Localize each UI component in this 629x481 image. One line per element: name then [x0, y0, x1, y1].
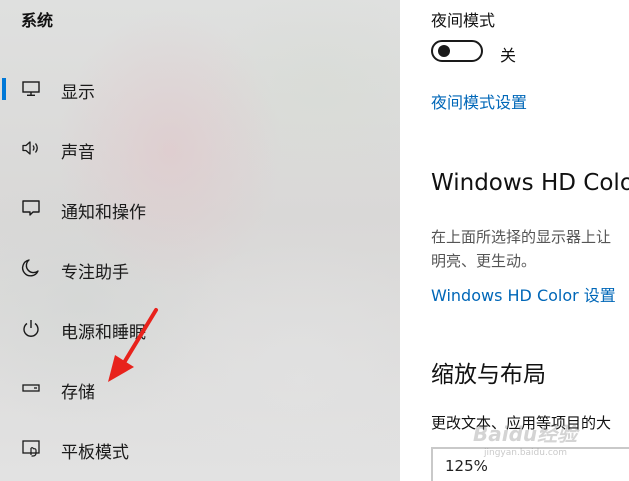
- night-light-toggle[interactable]: [431, 40, 483, 62]
- sidebar-item-label: 专注助手: [61, 263, 129, 283]
- sidebar: 系统 显示 声音 通知和操作 专注助手 电源和睡眠 存储 平板模式: [0, 0, 400, 481]
- hdr-settings-link[interactable]: Windows HD Color 设置: [431, 282, 616, 306]
- sidebar-item-label: 显示: [61, 83, 95, 103]
- monitor-icon: [20, 77, 42, 99]
- baidu-watermark-url: jingyan.baidu.com: [484, 448, 568, 458]
- scale-dropdown-value: 125%: [445, 457, 488, 475]
- power-icon: [20, 317, 42, 339]
- night-light-heading: 夜间模式: [431, 11, 496, 30]
- hdr-heading: Windows HD Colo: [431, 170, 629, 196]
- notification-icon: [20, 197, 42, 219]
- storage-drive-icon: [20, 377, 42, 399]
- sidebar-item-label: 平板模式: [61, 443, 129, 463]
- sidebar-title: 系统: [21, 11, 54, 30]
- night-light-settings-link[interactable]: 夜间模式设置: [431, 89, 527, 113]
- sidebar-item-label: 通知和操作: [61, 203, 146, 223]
- speaker-icon: [20, 137, 42, 159]
- main-pane: 夜间模式 关 夜间模式设置 Windows HD Colo 在上面所选择的显示器…: [400, 0, 629, 481]
- scale-layout-heading: 缩放与布局: [431, 362, 546, 388]
- sidebar-item-display[interactable]: 显示: [0, 69, 400, 109]
- moon-icon: [20, 257, 42, 279]
- sidebar-item-focus-assist[interactable]: 专注助手: [0, 249, 400, 289]
- sidebar-item-sound[interactable]: 声音: [0, 129, 400, 169]
- sidebar-item-label: 电源和睡眠: [61, 323, 146, 343]
- selection-indicator: [2, 78, 6, 100]
- sidebar-item-notifications[interactable]: 通知和操作: [0, 189, 400, 229]
- sidebar-item-tablet-mode[interactable]: 平板模式: [0, 429, 400, 469]
- hdr-description-line-2: 明亮、更生动。: [431, 252, 537, 270]
- baidu-watermark: Baidu经验: [473, 422, 578, 446]
- sidebar-item-label: 存储: [61, 383, 95, 403]
- hdr-description-line-1: 在上面所选择的显示器上让: [431, 228, 612, 246]
- sidebar-item-label: 声音: [61, 143, 95, 163]
- sidebar-item-power-sleep[interactable]: 电源和睡眠: [0, 309, 400, 349]
- toggle-knob: [438, 45, 450, 57]
- settings-window: 系统 显示 声音 通知和操作 专注助手 电源和睡眠 存储 平板模式 夜间模式 关…: [0, 0, 629, 481]
- tablet-mode-icon: [20, 437, 42, 459]
- sidebar-item-storage[interactable]: 存储: [0, 369, 400, 409]
- night-light-toggle-state: 关: [500, 46, 517, 65]
